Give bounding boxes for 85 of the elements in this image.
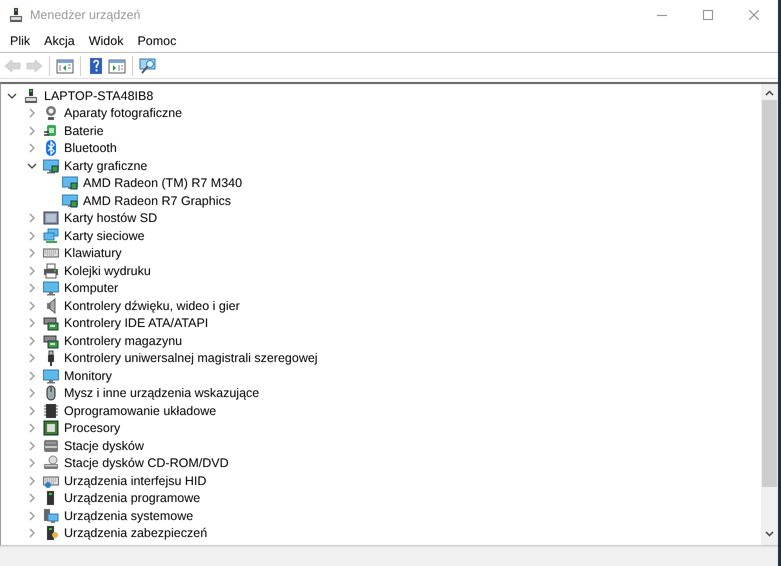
- computer-icon: [43, 280, 59, 296]
- tree-item[interactable]: Oprogramowanie układowe: [64, 404, 216, 418]
- tree-item[interactable]: Karty sieciowe: [64, 228, 145, 243]
- menu-item[interactable]: Widok: [82, 34, 130, 48]
- disc-drive-icon: [43, 455, 59, 472]
- tree-item[interactable]: Kolejki wydruku: [64, 264, 151, 278]
- tree-item[interactable]: Aparaty fotograficzne: [64, 106, 182, 120]
- expand-caret-icon[interactable]: [27, 318, 37, 328]
- processor-icon: [43, 420, 59, 436]
- window-title: Menedżer urządzeń: [30, 8, 140, 22]
- scroll-down-icon[interactable]: [765, 531, 774, 537]
- tree-item[interactable]: Urządzenia zabezpieczeń: [64, 526, 208, 540]
- expand-caret-icon[interactable]: [27, 336, 37, 346]
- expand-caret-icon[interactable]: [27, 353, 37, 364]
- expand-caret-icon[interactable]: [27, 126, 37, 136]
- maximize-icon[interactable]: [703, 10, 713, 20]
- tree-item[interactable]: Komputer: [64, 281, 118, 296]
- collapse-caret-icon[interactable]: [27, 160, 37, 171]
- expand-caret-icon[interactable]: [27, 283, 37, 294]
- computer-tower-icon: [23, 88, 39, 104]
- battery-icon: [43, 122, 59, 139]
- collapse-caret-icon[interactable]: [7, 90, 17, 101]
- expand-caret-icon[interactable]: [27, 423, 37, 434]
- scrollbar-thumb[interactable]: [762, 100, 777, 487]
- menu-item[interactable]: Akcja: [37, 34, 82, 48]
- tree-item[interactable]: AMD Radeon R7 Graphics: [83, 194, 231, 208]
- drive-icon: [43, 438, 59, 454]
- scan-icon[interactable]: [139, 56, 157, 74]
- menu-item[interactable]: Pomoc: [130, 34, 184, 48]
- network-icon: [43, 228, 59, 244]
- expand-caret-icon[interactable]: [27, 300, 37, 311]
- expand-caret-icon[interactable]: [27, 440, 37, 451]
- tree-item[interactable]: Stacje dysków: [64, 438, 144, 453]
- display-card-icon: [62, 192, 78, 209]
- expand-caret-icon[interactable]: [27, 388, 37, 398]
- tree-item[interactable]: Karty hostów SD: [64, 211, 158, 226]
- tree-item[interactable]: Karty graficzne: [64, 158, 148, 173]
- expand-caret-icon[interactable]: [27, 458, 37, 468]
- circuit-board-icon: [43, 315, 59, 332]
- expand-caret-icon[interactable]: [27, 493, 37, 504]
- menu-item[interactable]: Plik: [3, 34, 38, 48]
- storage-icon: [43, 332, 59, 349]
- card-reader-icon: [43, 210, 59, 226]
- app-icon: [8, 7, 24, 23]
- tree-item[interactable]: Kontrolery magazynu: [64, 334, 182, 348]
- tree-item[interactable]: Mysz i inne urządzenia wskazujące: [64, 386, 260, 400]
- expand-caret-icon[interactable]: [27, 108, 37, 118]
- expand-caret-icon[interactable]: [27, 248, 37, 258]
- tree-item[interactable]: LAPTOP-STA48IB8: [44, 88, 154, 103]
- expand-caret-icon[interactable]: [27, 213, 37, 224]
- scroll-up-icon[interactable]: [765, 90, 774, 96]
- expand-caret-icon[interactable]: [27, 266, 37, 276]
- tree-item[interactable]: Procesory: [64, 421, 120, 436]
- tree-item[interactable]: Monitory: [64, 368, 112, 383]
- expand-caret-icon[interactable]: [27, 510, 37, 521]
- chip-icon: [43, 402, 59, 419]
- tree-item[interactable]: Kontrolery dźwięku, wideo i gier: [64, 298, 240, 313]
- tree-item[interactable]: Baterie: [64, 124, 104, 138]
- tree-item[interactable]: Bluetooth: [64, 141, 117, 156]
- expand-caret-icon[interactable]: [27, 406, 37, 416]
- tree-item[interactable]: Stacje dysków CD-ROM/DVD: [64, 456, 229, 470]
- expand-caret-icon[interactable]: [27, 143, 37, 154]
- bluetooth-icon: [43, 140, 59, 156]
- properties-icon[interactable]: [56, 56, 74, 74]
- tree-item[interactable]: Klawiatury: [64, 246, 122, 260]
- tree-item[interactable]: Kontrolery uniwersalnej magistrali szeregowej: [64, 351, 318, 366]
- system-icon: [43, 508, 59, 524]
- tree-item[interactable]: Kontrolery IDE ATA/ATAPI: [64, 316, 208, 330]
- webcam-icon: [43, 105, 59, 122]
- expand-caret-icon[interactable]: [27, 528, 37, 538]
- close-icon[interactable]: [749, 10, 759, 20]
- tree-item[interactable]: Urządzenia interfejsu HID: [64, 474, 206, 488]
- monitor-icon: [43, 368, 59, 384]
- printer-icon: [43, 262, 59, 279]
- expand-caret-icon[interactable]: [27, 370, 37, 381]
- help-icon[interactable]: [87, 56, 105, 74]
- scrollbar[interactable]: [761, 84, 778, 545]
- expand-caret-icon[interactable]: [27, 476, 37, 486]
- display-card-icon: [43, 158, 59, 174]
- tree-item[interactable]: Urządzenia systemowe: [64, 508, 194, 523]
- expand-caret-icon[interactable]: [27, 230, 37, 241]
- panel-icon[interactable]: [108, 56, 126, 74]
- tree-item[interactable]: Urządzenia programowe: [64, 491, 200, 506]
- tree-item[interactable]: AMD Radeon (TM) R7 M340: [83, 176, 242, 190]
- display-card-icon: [62, 175, 78, 192]
